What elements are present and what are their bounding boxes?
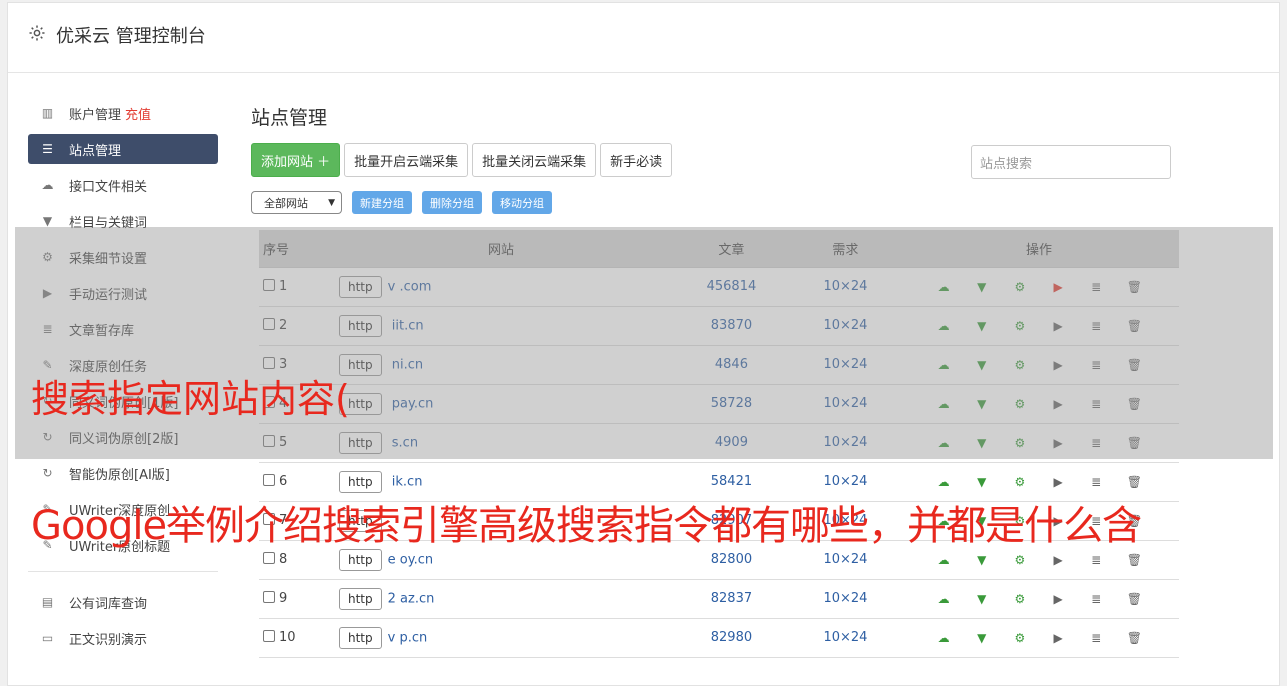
- page-title: 站点管理: [251, 107, 328, 129]
- row-number-cell: 10: [259, 618, 331, 658]
- demand-value[interactable]: 10×24: [791, 618, 899, 658]
- sidebar-item-public-lexicon[interactable]: ▤ 公有词库查询: [28, 584, 218, 620]
- cloud-upload-icon[interactable]: ☁: [936, 552, 952, 568]
- sidebar-item-account[interactable]: ▥ 账户管理 充值: [28, 95, 218, 131]
- trash-icon[interactable]: 🗑: [1126, 474, 1142, 490]
- sidebar-item-label: 智能伪原创[AI版]: [69, 467, 170, 483]
- new-group-button[interactable]: 新建分组: [352, 191, 412, 214]
- site-domain-link[interactable]: e oy.cn: [388, 552, 433, 567]
- site-search-input[interactable]: 站点搜索: [971, 145, 1171, 179]
- cogs-icon[interactable]: ⚙: [1012, 591, 1028, 607]
- cloud-upload-icon[interactable]: ☁: [936, 591, 952, 607]
- server-icon: ☰: [42, 142, 53, 156]
- database-icon[interactable]: ≣: [1088, 474, 1104, 490]
- cloud-upload-icon: ☁: [41, 178, 54, 192]
- app-title: 优采云 管理控制台: [56, 26, 206, 47]
- trash-icon[interactable]: 🗑: [1126, 552, 1142, 568]
- play-icon[interactable]: ▶: [1050, 474, 1066, 490]
- demand-value[interactable]: 10×24: [791, 579, 899, 619]
- play-icon[interactable]: ▶: [1050, 552, 1066, 568]
- sidebar-item-text-recognition[interactable]: ▭ 正文识别演示: [28, 620, 218, 656]
- book-icon: ▤: [41, 595, 54, 609]
- sidebar-item-interface-files[interactable]: ☁ 接口文件相关: [28, 167, 218, 203]
- cogs-icon[interactable]: ⚙: [1012, 552, 1028, 568]
- site-cell: http v p.cn: [331, 618, 671, 658]
- overlay-caption-2: Google举例介绍搜索引擎高级搜索指令都有哪些，并都是什么含: [31, 503, 1142, 549]
- table-row: 10 http v p.cn 82980 10×24 ☁ ▼ ⚙ ▶ ≣ 🗑: [259, 618, 1179, 658]
- http-badge[interactable]: http: [339, 587, 382, 610]
- sidebar-item-label: 接口文件相关: [69, 179, 148, 195]
- trash-icon[interactable]: 🗑: [1126, 630, 1142, 646]
- database-icon[interactable]: ≣: [1088, 591, 1104, 607]
- site-domain-link[interactable]: v p.cn: [388, 630, 428, 645]
- move-group-button[interactable]: 移动分组: [492, 191, 552, 214]
- site-domain-link[interactable]: ik.cn: [388, 474, 423, 489]
- http-badge[interactable]: http: [339, 626, 382, 649]
- http-badge[interactable]: http: [339, 548, 382, 571]
- filter-icon[interactable]: ▼: [974, 552, 990, 568]
- ops-cell: ☁ ▼ ⚙ ▶ ≣ 🗑: [899, 579, 1179, 619]
- row-number-cell: 9: [259, 579, 331, 619]
- group-controls: 全部网站 ▼ 新建分组 删除分组 移动分组: [251, 191, 1171, 214]
- site-domain-link[interactable]: 2 az.cn: [388, 591, 435, 606]
- beginner-guide-button[interactable]: 新手必读: [600, 143, 673, 177]
- filter-icon[interactable]: ▼: [974, 591, 990, 607]
- sidebar-item-sites[interactable]: ☰ 站点管理: [28, 134, 218, 164]
- trash-icon[interactable]: 🗑: [1126, 591, 1142, 607]
- cloud-upload-icon[interactable]: ☁: [936, 630, 952, 646]
- cogs-icon[interactable]: ⚙: [1012, 630, 1028, 646]
- sidebar-divider: [28, 571, 218, 572]
- ops-cell: ☁ ▼ ⚙ ▶ ≣ 🗑: [899, 618, 1179, 658]
- article-count[interactable]: 82980: [671, 618, 792, 658]
- group-select[interactable]: 全部网站 ▼: [251, 191, 342, 214]
- site-cell: http 2 az.cn: [331, 579, 671, 619]
- sidebar-item-ai-original[interactable]: ↻ 智能伪原创[AI版]: [28, 455, 218, 491]
- sidebar-item-label: 正文识别演示: [69, 632, 148, 648]
- sidebar-item-label: 账户管理: [69, 107, 122, 123]
- filter-icon[interactable]: ▼: [974, 474, 990, 490]
- row-checkbox[interactable]: [263, 591, 275, 603]
- article-count[interactable]: 82837: [671, 579, 792, 619]
- sidebar-item-label: 公有词库查询: [69, 596, 148, 612]
- row-number: 9: [279, 591, 288, 606]
- filter-icon[interactable]: ▼: [974, 630, 990, 646]
- gear-icon[interactable]: [28, 24, 46, 42]
- recharge-link[interactable]: 充值: [125, 104, 151, 123]
- row-number: 8: [279, 552, 288, 567]
- cloud-upload-icon[interactable]: ☁: [936, 474, 952, 490]
- row-number: 10: [279, 630, 296, 645]
- top-bar: 优采云 管理控制台: [8, 3, 1279, 73]
- row-checkbox[interactable]: [263, 630, 275, 642]
- play-icon[interactable]: ▶: [1050, 630, 1066, 646]
- database-icon[interactable]: ≣: [1088, 630, 1104, 646]
- monitor-icon: ▭: [41, 631, 54, 645]
- chevron-down-icon: ▼: [328, 198, 335, 208]
- row-checkbox[interactable]: [263, 552, 275, 564]
- play-icon[interactable]: ▶: [1050, 591, 1066, 607]
- sidebar-item-label: 站点管理: [69, 143, 122, 159]
- overlay-band: [15, 227, 1273, 459]
- batch-close-cloud-button[interactable]: 批量关闭云端采集: [472, 143, 597, 177]
- refresh-icon: ↻: [42, 466, 53, 480]
- delete-group-button[interactable]: 删除分组: [422, 191, 482, 214]
- row-number: 6: [279, 474, 288, 489]
- table-row: 9 http 2 az.cn 82837 10×24 ☁ ▼ ⚙ ▶ ≣ 🗑: [259, 579, 1179, 619]
- add-site-button[interactable]: 添加网站 ＋: [251, 143, 341, 177]
- http-badge[interactable]: http: [339, 470, 382, 493]
- main-panel: 站点管理 添加网站 ＋ 批量开启云端采集 批量关闭云端采集 新手必读 站点搜索 …: [251, 103, 1179, 658]
- bar-chart-icon: ▥: [41, 106, 54, 120]
- overlay-caption-1: 搜索指定网站内容(: [31, 377, 350, 421]
- row-checkbox[interactable]: [263, 474, 275, 486]
- filter-icon: ▼: [42, 214, 53, 228]
- group-select-value: 全部网站: [264, 196, 308, 210]
- batch-open-cloud-button[interactable]: 批量开启云端采集: [344, 143, 469, 177]
- database-icon[interactable]: ≣: [1088, 552, 1104, 568]
- cogs-icon[interactable]: ⚙: [1012, 474, 1028, 490]
